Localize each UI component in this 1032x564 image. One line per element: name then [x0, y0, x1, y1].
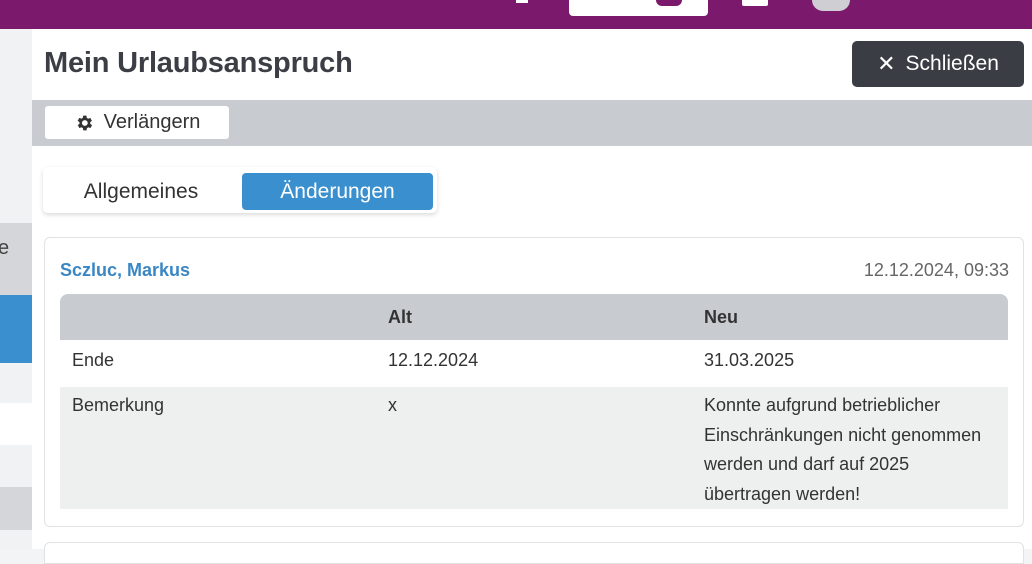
table-row: Bemerkung x Konnte aufgrund betriebliche…: [60, 387, 1008, 509]
changes-table: Alt Neu Ende 12.12.2024 31.03.2025 Bemer…: [60, 294, 1008, 509]
sidebar-item[interactable]: [0, 403, 32, 445]
calendar-icon[interactable]: [742, 0, 768, 6]
column-header-old: Alt: [388, 306, 412, 327]
tab-general[interactable]: Allgemeines: [51, 173, 231, 210]
column-header-new: Neu: [704, 306, 739, 327]
cell-new: Konnte aufgrund betrieblicher Einschränk…: [704, 395, 982, 504]
next-change-card: [44, 542, 1024, 564]
sidebar-item-active[interactable]: [0, 295, 32, 363]
close-icon: ✕: [877, 51, 896, 76]
table-row: Ende 12.12.2024 31.03.2025: [60, 340, 1008, 387]
sidebar: e: [0, 29, 32, 549]
toolbar: Verlängern: [32, 100, 1032, 146]
tab-changes[interactable]: Änderungen: [242, 173, 433, 210]
cell-field: Bemerkung: [72, 395, 165, 415]
cell-field: Ende: [72, 350, 115, 370]
top-bar: [0, 0, 1032, 29]
cell-new: 31.03.2025: [704, 350, 795, 370]
avatar[interactable]: [812, 0, 850, 11]
sidebar-item[interactable]: [0, 487, 32, 530]
table-header-row: Alt Neu: [60, 294, 1008, 340]
vacation-panel: Mein Urlaubsanspruch ✕ Schließen Verläng…: [32, 29, 1032, 564]
tab-bar: Allgemeines Änderungen: [43, 167, 437, 213]
change-entry-card: Sczluc, Markus 12.12.2024, 09:33 Alt Neu…: [44, 237, 1024, 527]
cell-old: x: [388, 395, 397, 415]
topbar-icon[interactable]: [516, 0, 528, 3]
cell-old: 12.12.2024: [388, 350, 479, 370]
gear-icon: [77, 115, 92, 130]
sidebar-item-label: e: [0, 237, 10, 259]
change-timestamp: 12.12.2024, 09:33: [863, 260, 1009, 280]
extend-button[interactable]: Verlängern: [45, 106, 229, 139]
page-title: Mein Urlaubsanspruch: [44, 47, 353, 79]
close-button[interactable]: ✕ Schließen: [852, 41, 1024, 87]
notification-badge-icon[interactable]: [656, 0, 682, 6]
extend-button-label: Verlängern: [103, 111, 201, 133]
column-header-field: [60, 294, 376, 340]
close-button-label: Schließen: [905, 52, 999, 75]
topbar-chip[interactable]: [569, 0, 708, 16]
sidebar-item[interactable]: e: [0, 223, 32, 295]
change-author[interactable]: Sczluc, Markus: [60, 260, 190, 281]
